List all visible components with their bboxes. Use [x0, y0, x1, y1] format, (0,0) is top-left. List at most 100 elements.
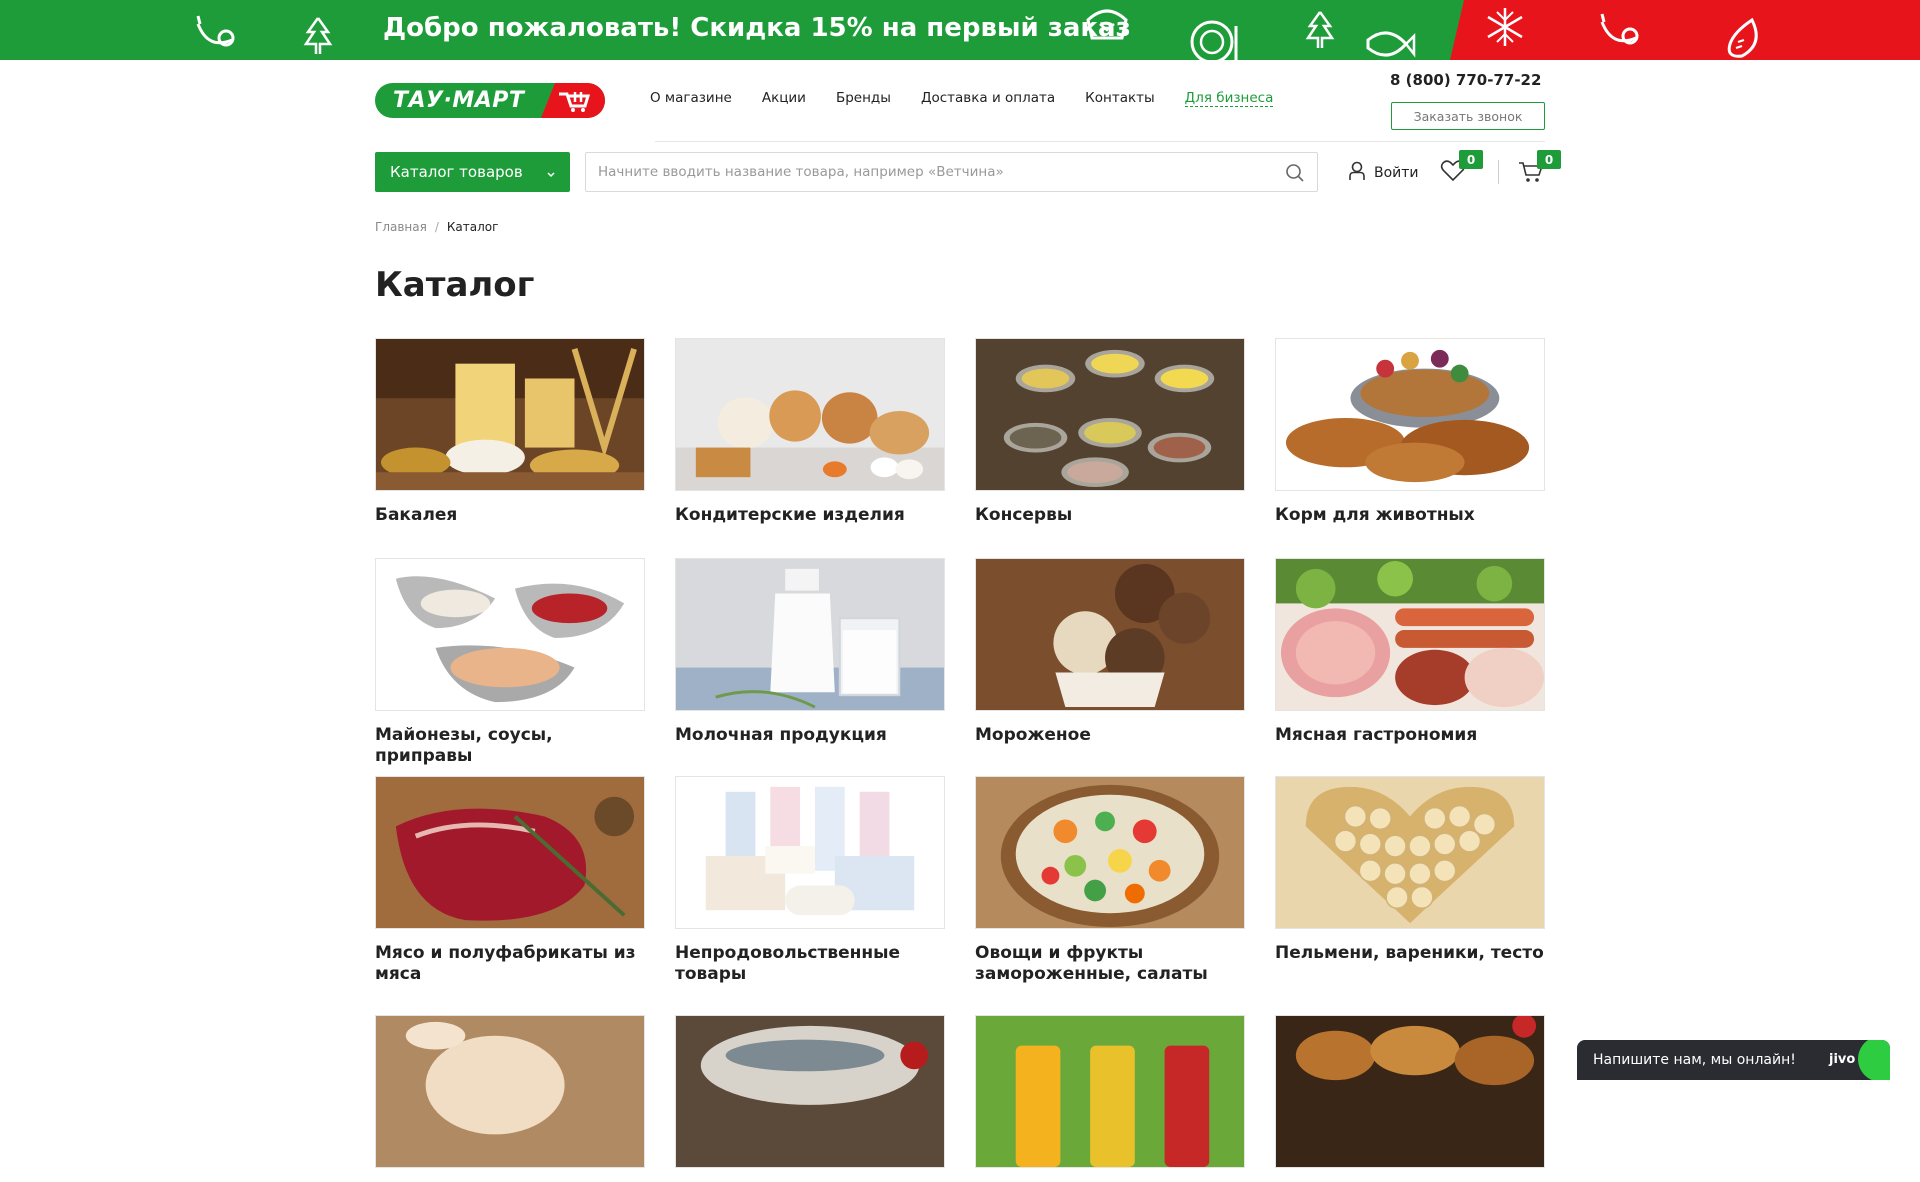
category-card[interactable]	[975, 1015, 1245, 1182]
pasta-grains-photo	[376, 339, 644, 490]
breadcrumb: Главная / Каталог	[375, 220, 498, 234]
catalog-button[interactable]: Каталог товаров	[375, 152, 570, 192]
ice-cream-photo	[976, 559, 1244, 710]
promo-banner[interactable]: Добро пожаловать! Скидка 15% на первый з…	[0, 0, 1920, 60]
snowflake-icon	[1482, 4, 1528, 50]
phone-number[interactable]: 8 (800) 770-77-22	[1390, 71, 1541, 89]
page-title: Каталог	[375, 265, 535, 305]
category-card[interactable]: Мясо и полуфабрикаты из мяса	[375, 776, 645, 985]
search-input[interactable]	[586, 153, 1246, 191]
category-name: Молочная продукция	[675, 725, 887, 745]
category-image	[675, 776, 945, 929]
category-image	[375, 338, 645, 491]
category-name: Пельмени, вареники, тесто	[1275, 943, 1544, 963]
category-name: Консервы	[975, 505, 1073, 525]
category-image	[975, 558, 1245, 711]
juices-photo	[976, 1016, 1244, 1167]
category-card[interactable]: Молочная продукция	[675, 558, 945, 746]
tree-icon	[1300, 8, 1340, 52]
category-image	[975, 338, 1245, 491]
category-image	[375, 1015, 645, 1168]
category-card[interactable]: Овощи и фрукты замороженные, салаты	[975, 776, 1245, 985]
bread-photo	[1276, 1016, 1544, 1167]
category-name: Бакалея	[375, 505, 458, 525]
plate-icon	[1188, 16, 1242, 60]
login-label: Войти	[1374, 165, 1419, 181]
promo-text: Добро пожаловать! Скидка 15% на первый з…	[383, 13, 1131, 43]
callback-button[interactable]: Заказать звонок	[1391, 102, 1545, 130]
raw-meat-photo	[376, 777, 644, 928]
chevron-down-icon	[546, 166, 556, 178]
nav-delivery[interactable]: Доставка и оплата	[921, 90, 1055, 107]
category-name: Мясная гастрономия	[1275, 725, 1478, 745]
logo-cart-icon	[541, 83, 605, 118]
chat-status-indicator	[1858, 1040, 1890, 1080]
category-image	[1275, 558, 1545, 711]
category-image	[675, 338, 945, 491]
category-card[interactable]	[375, 1015, 645, 1182]
category-card[interactable]: Пельмени, вареники, тесто	[1275, 776, 1545, 964]
chicken-photo	[376, 1016, 644, 1167]
catalog-button-label: Каталог товаров	[390, 163, 523, 181]
nav-contacts[interactable]: Контакты	[1085, 90, 1154, 107]
pear-icon	[1720, 14, 1764, 60]
category-card[interactable]: Непродовольственные товары	[675, 776, 945, 985]
breadcrumb-home[interactable]: Главная	[375, 220, 427, 234]
dumplings-photo	[1276, 777, 1544, 928]
category-image	[1275, 776, 1545, 929]
nav-about[interactable]: О магазине	[650, 90, 732, 107]
category-card[interactable]: Консервы	[975, 338, 1245, 526]
favorites-count-badge: 0	[1459, 150, 1483, 169]
category-name: Корм для животных	[1275, 505, 1475, 525]
category-name: Непродовольственные товары	[675, 943, 901, 984]
fish-photo	[676, 1016, 944, 1167]
login-link[interactable]: Войти	[1348, 161, 1419, 185]
category-name: Мясо и полуфабрикаты из мяса	[375, 943, 636, 984]
jivo-logo: jivo	[1829, 1052, 1856, 1067]
category-image	[375, 776, 645, 929]
tree-icon	[298, 14, 338, 58]
chat-widget[interactable]: Напишите нам, мы онлайн! jivo	[1577, 1040, 1890, 1080]
banana-icon	[1592, 2, 1646, 56]
chat-widget-text: Напишите нам, мы онлайн!	[1593, 1052, 1796, 1068]
category-name: Кондитерские изделия	[675, 505, 905, 525]
header-vertical-divider	[1498, 160, 1499, 184]
category-name: Овощи и фрукты замороженные, салаты	[975, 943, 1208, 984]
nav-promotions[interactable]: Акции	[762, 90, 806, 107]
category-image	[1275, 1015, 1545, 1168]
category-image	[975, 1015, 1245, 1168]
category-card[interactable]	[1275, 1015, 1545, 1182]
category-card[interactable]: Корм для животных	[1275, 338, 1545, 526]
category-card[interactable]: Майонезы, соусы, приправы	[375, 558, 645, 767]
canned-food-photo	[976, 339, 1244, 490]
user-icon	[1348, 161, 1366, 185]
category-card[interactable]	[675, 1015, 945, 1182]
sausages-photo	[1276, 559, 1544, 710]
category-card[interactable]: Мясная гастрономия	[1275, 558, 1545, 746]
category-image	[975, 776, 1245, 929]
category-card[interactable]: Бакалея	[375, 338, 645, 526]
category-image	[375, 558, 645, 711]
category-name: Мороженое	[975, 725, 1091, 745]
pet-food-photo	[1276, 339, 1544, 490]
bread-icon	[1080, 0, 1134, 54]
search-icon[interactable]	[1285, 163, 1305, 183]
top-navigation: О магазине Акции Бренды Доставка и оплат…	[650, 90, 1303, 107]
site-logo[interactable]: ТАУ·МАРТ	[375, 83, 605, 118]
header-divider	[655, 141, 1545, 142]
category-image	[1275, 338, 1545, 491]
nav-for-business[interactable]: Для бизнеса	[1184, 90, 1274, 107]
search-bar	[585, 152, 1318, 192]
category-name: Майонезы, соусы, приправы	[375, 725, 553, 766]
frozen-vegetables-photo	[976, 777, 1244, 928]
category-image	[675, 1015, 945, 1168]
pastries-photo	[676, 339, 944, 490]
category-card[interactable]: Кондитерские изделия	[675, 338, 945, 526]
paper-towels-photo	[676, 777, 944, 928]
fish-icon	[1362, 18, 1416, 60]
cart-count-badge: 0	[1537, 150, 1561, 169]
breadcrumb-current: Каталог	[446, 220, 499, 234]
nav-brands[interactable]: Бренды	[836, 90, 891, 107]
category-card[interactable]: Мороженое	[975, 558, 1245, 746]
milk-photo	[676, 559, 944, 710]
